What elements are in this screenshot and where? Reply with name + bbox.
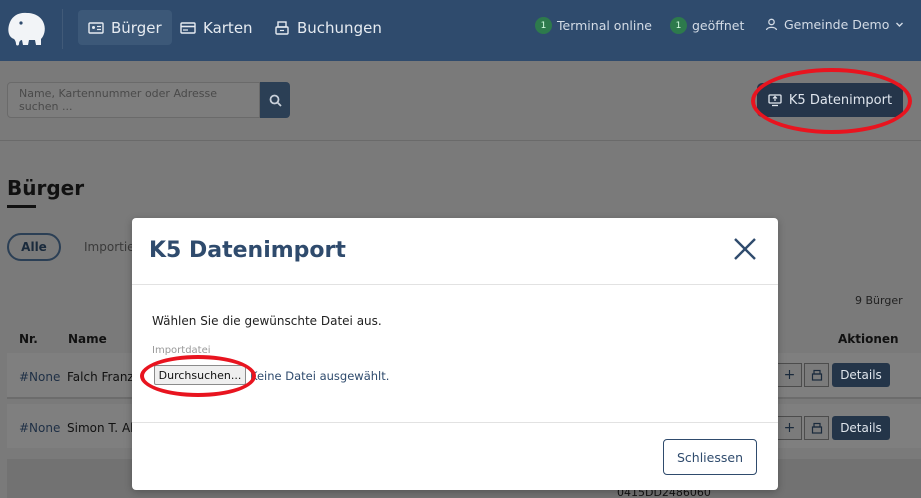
modal-message: Wählen Sie die gewünschte Datei aus.: [152, 314, 382, 328]
column-header-nr: Nr.: [19, 332, 38, 346]
search-input[interactable]: Name, Kartennummer oder Adresse suchen .…: [7, 82, 260, 118]
title-underline: [7, 205, 36, 208]
row-action-group: +: [777, 416, 829, 440]
top-navbar: Bürger Karten Buchungen 1 Terminal onlin…: [0, 0, 921, 61]
search-button[interactable]: [260, 82, 290, 118]
row-name: Simon T. Abl: [67, 421, 142, 435]
nav-item-label: Karten: [203, 18, 253, 37]
add-icon[interactable]: +: [777, 416, 802, 440]
row-action-group: +: [777, 363, 829, 387]
register-icon[interactable]: [804, 416, 829, 440]
close-button[interactable]: Schliessen: [663, 439, 757, 475]
modal-header-divider: [132, 284, 778, 285]
nav-item-buchungen[interactable]: Buchungen: [264, 10, 392, 45]
user-name: Gemeinde Demo: [784, 17, 890, 32]
card-icon: [180, 21, 196, 34]
elephant-logo-icon[interactable]: [6, 9, 48, 47]
id-card-icon: [88, 21, 104, 34]
status-opened: 1 geöffnet: [670, 17, 744, 34]
column-header-name: Name: [68, 332, 107, 346]
close-icon[interactable]: [733, 237, 757, 261]
modal-footer-divider: [132, 422, 778, 423]
search-icon: [269, 94, 282, 107]
chevron-down-icon: [896, 22, 904, 27]
register-icon[interactable]: [804, 363, 829, 387]
status-label: geöffnet: [692, 18, 745, 33]
annotation-ring-import: [751, 68, 912, 134]
k5-import-modal: K5 Datenimport Wählen Sie die gewünschte…: [132, 218, 778, 490]
row-id[interactable]: #None: [19, 421, 60, 435]
filter-all-pill[interactable]: Alle: [7, 233, 61, 261]
register-icon: [275, 20, 289, 35]
user-icon: [765, 18, 778, 31]
column-header-actions: Aktionen: [838, 332, 899, 346]
file-status-text: Keine Datei ausgewählt.: [250, 369, 390, 383]
row-id[interactable]: #None: [19, 370, 60, 384]
nav-item-label: Buchungen: [297, 18, 382, 37]
user-menu[interactable]: Gemeinde Demo: [765, 17, 904, 32]
search-placeholder: Name, Kartennummer oder Adresse suchen .…: [19, 87, 218, 113]
nav-item-buerger[interactable]: Bürger: [78, 10, 172, 45]
details-button[interactable]: Details: [832, 416, 890, 440]
add-icon[interactable]: +: [777, 363, 802, 387]
annotation-ring-browse: [140, 355, 256, 397]
divider: [0, 140, 921, 141]
modal-title: K5 Datenimport: [149, 238, 346, 263]
status-label: Terminal online: [557, 18, 652, 33]
status-terminal: 1 Terminal online: [535, 17, 652, 34]
result-count: 9 Bürger: [855, 294, 903, 307]
nav-item-karten[interactable]: Karten: [170, 10, 263, 45]
nav-item-label: Bürger: [111, 18, 162, 37]
page-title: Bürger: [7, 176, 85, 200]
nav-divider: [62, 9, 63, 49]
details-button[interactable]: Details: [832, 363, 890, 387]
filter-imported[interactable]: Importie: [84, 240, 135, 254]
status-count-badge: 1: [535, 17, 552, 34]
status-count-badge: 1: [670, 17, 687, 34]
